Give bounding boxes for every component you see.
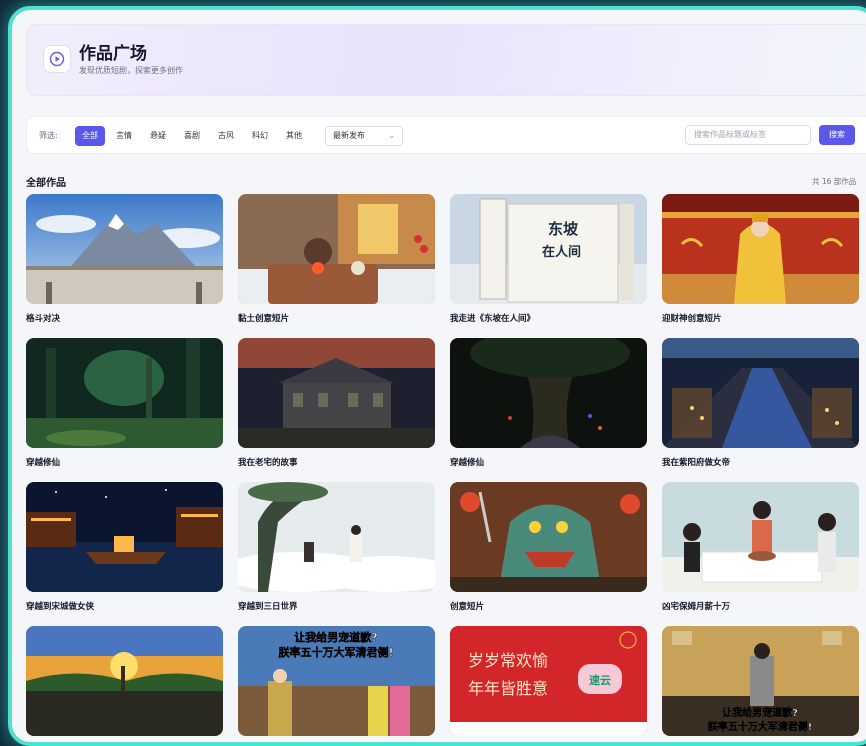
filter-chip[interactable]: 科幻 bbox=[245, 126, 275, 146]
work-thumbnail[interactable] bbox=[26, 338, 223, 448]
svg-text:朕率五十万大军清君侧!: 朕率五十万大军清君侧! bbox=[708, 720, 813, 733]
work-title[interactable]: 穿越修仙 bbox=[450, 456, 647, 468]
work-card[interactable] bbox=[26, 626, 223, 736]
work-card[interactable]: 穿越到宋城做女侠 bbox=[26, 482, 223, 612]
sort-value: 最新发布 bbox=[333, 131, 365, 140]
play-circle-icon bbox=[43, 45, 71, 73]
work-card[interactable]: 格斗对决 bbox=[26, 194, 223, 324]
work-thumbnail[interactable] bbox=[450, 482, 647, 592]
sort-select[interactable]: 最新发布 ⌄ bbox=[325, 126, 403, 146]
work-thumbnail[interactable] bbox=[662, 194, 859, 304]
svg-text:年年皆胜意: 年年皆胜意 bbox=[468, 679, 548, 698]
work-title[interactable]: 穿越到三日世界 bbox=[238, 600, 435, 612]
work-card[interactable]: 穿越修仙 bbox=[26, 338, 223, 468]
section-title: 全部作品 bbox=[26, 178, 66, 189]
work-title[interactable]: 迎财神创意短片 bbox=[662, 312, 859, 324]
search-input[interactable]: 搜索作品标题或标签 bbox=[685, 125, 811, 145]
filter-chip[interactable]: 言情 bbox=[109, 126, 139, 146]
work-thumbnail[interactable] bbox=[26, 194, 223, 304]
work-card[interactable]: 让我给男宠道歉? 朕率五十万大军清君侧! bbox=[662, 626, 859, 736]
works-count: 共 16 部作品 bbox=[812, 177, 857, 186]
page-subtitle: 发现优质短剧，探索更多创作 bbox=[79, 66, 183, 75]
work-thumbnail[interactable] bbox=[238, 338, 435, 448]
svg-text:让我给男宠道歉?: 让我给男宠道歉? bbox=[294, 630, 377, 644]
filter-chip[interactable]: 古风 bbox=[211, 126, 241, 146]
work-thumbnail[interactable]: 岁岁常欢愉 年年皆胜意 速云 bbox=[450, 626, 647, 736]
work-thumbnail[interactable] bbox=[238, 194, 435, 304]
work-card[interactable]: 黏土创意短片 bbox=[238, 194, 435, 324]
work-thumbnail[interactable] bbox=[238, 482, 435, 592]
filter-bar: 筛选: 全部 言情 悬疑 喜剧 古风 科幻 其他 最新发布 ⌄ 搜索作品标题或标签 搜索 bbox=[26, 116, 866, 154]
svg-text:让我给男宠道歉?: 让我给男宠道歉? bbox=[722, 706, 798, 719]
work-thumbnail[interactable] bbox=[662, 338, 859, 448]
work-title[interactable]: 穿越到宋城做女侠 bbox=[26, 600, 223, 612]
chevron-down-icon: ⌄ bbox=[388, 131, 395, 140]
work-title[interactable]: 创意短片 bbox=[450, 600, 647, 612]
svg-text:岁岁常欢愉: 岁岁常欢愉 bbox=[468, 651, 548, 670]
work-card[interactable]: 创意短片 bbox=[450, 482, 647, 612]
svg-text:东坡: 东坡 bbox=[548, 220, 578, 238]
svg-text:在人间: 在人间 bbox=[542, 244, 581, 260]
filter-chip[interactable]: 悬疑 bbox=[143, 126, 173, 146]
work-title[interactable]: 格斗对决 bbox=[26, 312, 223, 324]
category-chips: 全部 言情 悬疑 喜剧 古风 科幻 其他 bbox=[75, 126, 309, 146]
work-card[interactable]: 我在老宅的故事 bbox=[238, 338, 435, 468]
work-thumbnail[interactable] bbox=[26, 626, 223, 736]
page-title: 作品广场 bbox=[79, 44, 147, 64]
work-title[interactable]: 凶宅保姆月薪十万 bbox=[662, 600, 859, 612]
work-thumbnail[interactable] bbox=[662, 482, 859, 592]
work-thumbnail[interactable]: 让我给男宠道歉? 朕率五十万大军清君侧! bbox=[662, 626, 859, 736]
page-header: 作品广场 发现优质短剧，探索更多创作 bbox=[26, 24, 866, 96]
work-card[interactable]: 我在紫阳府做女帝 bbox=[662, 338, 859, 468]
work-card[interactable]: 凶宅保姆月薪十万 bbox=[662, 482, 859, 612]
work-card[interactable]: 岁岁常欢愉 年年皆胜意 速云 bbox=[450, 626, 647, 736]
work-card[interactable]: 迎财神创意短片 bbox=[662, 194, 859, 324]
work-title[interactable]: 黏土创意短片 bbox=[238, 312, 435, 324]
work-card[interactable]: 穿越到三日世界 bbox=[238, 482, 435, 612]
work-thumbnail[interactable]: 东坡 在人间 bbox=[450, 194, 647, 304]
search-button[interactable]: 搜索 bbox=[819, 125, 855, 145]
work-title[interactable]: 我在老宅的故事 bbox=[238, 456, 435, 468]
svg-text:朕率五十万大军清君侧!: 朕率五十万大军清君侧! bbox=[278, 645, 393, 659]
filter-chip[interactable]: 喜剧 bbox=[177, 126, 207, 146]
work-card[interactable]: 东坡 在人间 我走进《东坡在人间》 bbox=[450, 194, 647, 324]
work-title[interactable]: 我在紫阳府做女帝 bbox=[662, 456, 859, 468]
work-card[interactable]: 穿越修仙 bbox=[450, 338, 647, 468]
app-frame: 作品广场 发现优质短剧，探索更多创作 筛选: 全部 言情 悬疑 喜剧 古风 科幻 其他 最新… bbox=[8, 6, 866, 746]
filter-label: 筛选: bbox=[39, 131, 58, 140]
work-thumbnail[interactable] bbox=[450, 338, 647, 448]
work-thumbnail[interactable] bbox=[26, 482, 223, 592]
filter-chip[interactable]: 其他 bbox=[279, 126, 309, 146]
filter-chip[interactable]: 全部 bbox=[75, 126, 105, 146]
work-title[interactable]: 我走进《东坡在人间》 bbox=[450, 312, 647, 324]
work-title[interactable]: 穿越修仙 bbox=[26, 456, 223, 468]
work-thumbnail[interactable]: 让我给男宠道歉? 朕率五十万大军清君侧! bbox=[238, 626, 435, 736]
work-card[interactable]: 让我给男宠道歉? 朕率五十万大军清君侧! bbox=[238, 626, 435, 736]
svg-text:速云: 速云 bbox=[589, 673, 611, 687]
